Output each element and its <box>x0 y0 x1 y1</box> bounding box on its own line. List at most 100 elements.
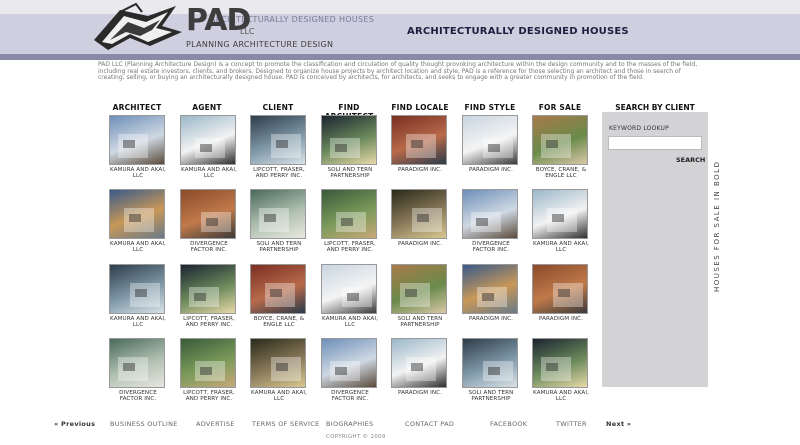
previous-link[interactable]: « Previous <box>54 420 95 428</box>
house-thumbnail[interactable] <box>250 338 306 388</box>
house-thumbnail[interactable] <box>180 115 236 165</box>
house-thumbnail[interactable] <box>391 338 447 388</box>
listing-caption[interactable]: KAMURA AND AKAI, LLC <box>250 390 308 402</box>
listing-caption[interactable]: LIPCOTT, FRASER, AND PERRY INC. <box>321 241 379 253</box>
house-listing[interactable]: PARADIGM INC. <box>391 338 449 396</box>
house-listing[interactable]: KAMURA AND AKAI, LLC <box>250 338 308 402</box>
house-thumbnail[interactable] <box>321 338 377 388</box>
house-thumbnail[interactable] <box>532 264 588 314</box>
house-listing[interactable]: PARADIGM INC. <box>391 115 449 173</box>
listing-caption[interactable]: PARADIGM INC. <box>462 316 520 322</box>
listing-caption[interactable]: PARADIGM INC. <box>391 241 449 247</box>
listing-caption[interactable]: DIVERGENCE FACTOR INC. <box>462 241 520 253</box>
listing-caption[interactable]: KAMURA AND AKAI, LLC <box>109 316 167 328</box>
house-thumbnail[interactable] <box>321 264 377 314</box>
house-thumbnail[interactable] <box>391 264 447 314</box>
house-listing[interactable]: LIPCOTT, FRASER, AND PERRY INC. <box>180 338 238 402</box>
house-thumbnail[interactable] <box>180 264 236 314</box>
house-thumbnail[interactable] <box>532 338 588 388</box>
footer-link-terms-of-service[interactable]: TERMS OF SERVICE <box>252 420 320 428</box>
house-listing[interactable]: LIPCOTT, FRASER, AND PERRY INC. <box>250 115 308 179</box>
listing-caption[interactable]: LIPCOTT, FRASER, AND PERRY INC. <box>180 390 238 402</box>
footer-link-contact-pad[interactable]: CONTACT PAD <box>405 420 454 428</box>
listing-caption[interactable]: KAMURA AND AKAI, LLC <box>109 241 167 253</box>
listing-caption[interactable]: PARADIGM INC. <box>462 167 520 173</box>
house-thumbnail[interactable] <box>462 264 518 314</box>
listing-caption[interactable]: PARADIGM INC. <box>391 167 449 173</box>
keyword-lookup-input[interactable] <box>608 136 702 150</box>
house-listing[interactable]: PARADIGM INC. <box>391 189 449 247</box>
listing-caption[interactable]: LIPCOTT, FRASER, AND PERRY INC. <box>250 167 308 179</box>
house-listing[interactable]: KAMURA AND AKAI, LLC <box>532 338 590 402</box>
listing-caption[interactable]: DIVERGENCE FACTOR INC. <box>109 390 167 402</box>
house-listing[interactable]: KAMURA AND AKAI, LLC <box>109 115 167 179</box>
house-thumbnail[interactable] <box>250 189 306 239</box>
pad-logo-mark[interactable] <box>90 2 186 54</box>
house-listing[interactable]: PARADIGM INC. <box>532 264 590 322</box>
house-thumbnail[interactable] <box>462 189 518 239</box>
house-listing[interactable]: SOLI AND TERN PARTNERSHIP <box>321 115 379 179</box>
footer-link-advertise[interactable]: ADVERTISE <box>196 420 235 428</box>
house-thumbnail[interactable] <box>109 264 165 314</box>
column-heading-agent[interactable]: AGENT <box>172 103 242 112</box>
listing-caption[interactable]: DIVERGENCE FACTOR INC. <box>180 241 238 253</box>
house-listing[interactable]: KAMURA AND AKAI, LLC <box>532 189 590 253</box>
house-listing[interactable]: KAMURA AND AKAI, LLC <box>109 189 167 253</box>
house-listing[interactable]: DIVERGENCE FACTOR INC. <box>180 189 238 253</box>
house-thumbnail[interactable] <box>321 189 377 239</box>
footer-link-facebook[interactable]: FACEBOOK <box>490 420 527 428</box>
footer-link-twitter[interactable]: TWITTER <box>556 420 587 428</box>
column-heading-client[interactable]: CLIENT <box>243 103 313 112</box>
listing-caption[interactable]: SOLI AND TERN PARTNERSHIP <box>391 316 449 328</box>
house-thumbnail[interactable] <box>250 264 306 314</box>
house-listing[interactable]: SOLI AND TERN PARTNERSHIP <box>462 338 520 402</box>
house-listing[interactable]: BOYCE, CRANE, & ENGLE LLC <box>250 264 308 328</box>
listing-caption[interactable]: KAMURA AND AKAI, LLC <box>532 390 590 402</box>
house-listing[interactable]: SOLI AND TERN PARTNERSHIP <box>250 189 308 253</box>
house-thumbnail[interactable] <box>109 115 165 165</box>
house-listing[interactable]: DIVERGENCE FACTOR INC. <box>109 338 167 402</box>
house-thumbnail[interactable] <box>250 115 306 165</box>
house-thumbnail[interactable] <box>180 338 236 388</box>
listing-caption[interactable]: PARADIGM INC. <box>391 390 449 396</box>
house-thumbnail[interactable] <box>109 189 165 239</box>
listing-caption[interactable]: KAMURA AND AKAI, LLC <box>532 241 590 253</box>
house-listing[interactable]: LIPCOTT, FRASER, AND PERRY INC. <box>180 264 238 328</box>
house-thumbnail[interactable] <box>462 338 518 388</box>
listing-caption[interactable]: SOLI AND TERN PARTNERSHIP <box>321 167 379 179</box>
house-listing[interactable]: PARADIGM INC. <box>462 264 520 322</box>
house-thumbnail[interactable] <box>391 115 447 165</box>
house-listing[interactable]: BOYCE, CRANE, & ENGLE LLC <box>532 115 590 179</box>
house-listing[interactable]: KAMURA AND AKAI, LLC <box>180 115 238 179</box>
house-listing[interactable]: KAMURA AND AKAI, LLC <box>321 264 379 328</box>
house-listing[interactable]: PARADIGM INC. <box>462 115 520 173</box>
column-heading-architect[interactable]: ARCHITECT <box>102 103 172 112</box>
footer-link-biographies[interactable]: BIOGRAPHIES <box>326 420 374 428</box>
house-thumbnail[interactable] <box>109 338 165 388</box>
search-button[interactable]: SEARCH <box>676 156 705 164</box>
house-listing[interactable]: DIVERGENCE FACTOR INC. <box>321 338 379 402</box>
next-link[interactable]: Next » <box>606 420 631 428</box>
house-thumbnail[interactable] <box>321 115 377 165</box>
house-listing[interactable]: LIPCOTT, FRASER, AND PERRY INC. <box>321 189 379 253</box>
house-thumbnail[interactable] <box>180 189 236 239</box>
listing-caption[interactable]: PARADIGM INC. <box>532 316 590 322</box>
listing-caption[interactable]: BOYCE, CRANE, & ENGLE LLC <box>250 316 308 328</box>
listing-caption[interactable]: DIVERGENCE FACTOR INC. <box>321 390 379 402</box>
listing-caption[interactable]: KAMURA AND AKAI, LLC <box>321 316 379 328</box>
house-listing[interactable]: KAMURA AND AKAI, LLC <box>109 264 167 328</box>
house-thumbnail[interactable] <box>462 115 518 165</box>
footer-link-business-outline[interactable]: BUSINESS OUTLINE <box>110 420 178 428</box>
column-heading-for-sale[interactable]: FOR SALE <box>525 103 595 112</box>
listing-caption[interactable]: BOYCE, CRANE, & ENGLE LLC <box>532 167 590 179</box>
listing-caption[interactable]: SOLI AND TERN PARTNERSHIP <box>462 390 520 402</box>
listing-caption[interactable]: KAMURA AND AKAI, LLC <box>180 167 238 179</box>
listing-caption[interactable]: LIPCOTT, FRASER, AND PERRY INC. <box>180 316 238 328</box>
house-thumbnail[interactable] <box>532 189 588 239</box>
house-thumbnail[interactable] <box>532 115 588 165</box>
house-thumbnail[interactable] <box>391 189 447 239</box>
column-heading-find-style[interactable]: FIND STYLE <box>455 103 525 112</box>
column-heading-find-locale[interactable]: FIND LOCALE <box>385 103 455 112</box>
house-listing[interactable]: SOLI AND TERN PARTNERSHIP <box>391 264 449 328</box>
listing-caption[interactable]: SOLI AND TERN PARTNERSHIP <box>250 241 308 253</box>
